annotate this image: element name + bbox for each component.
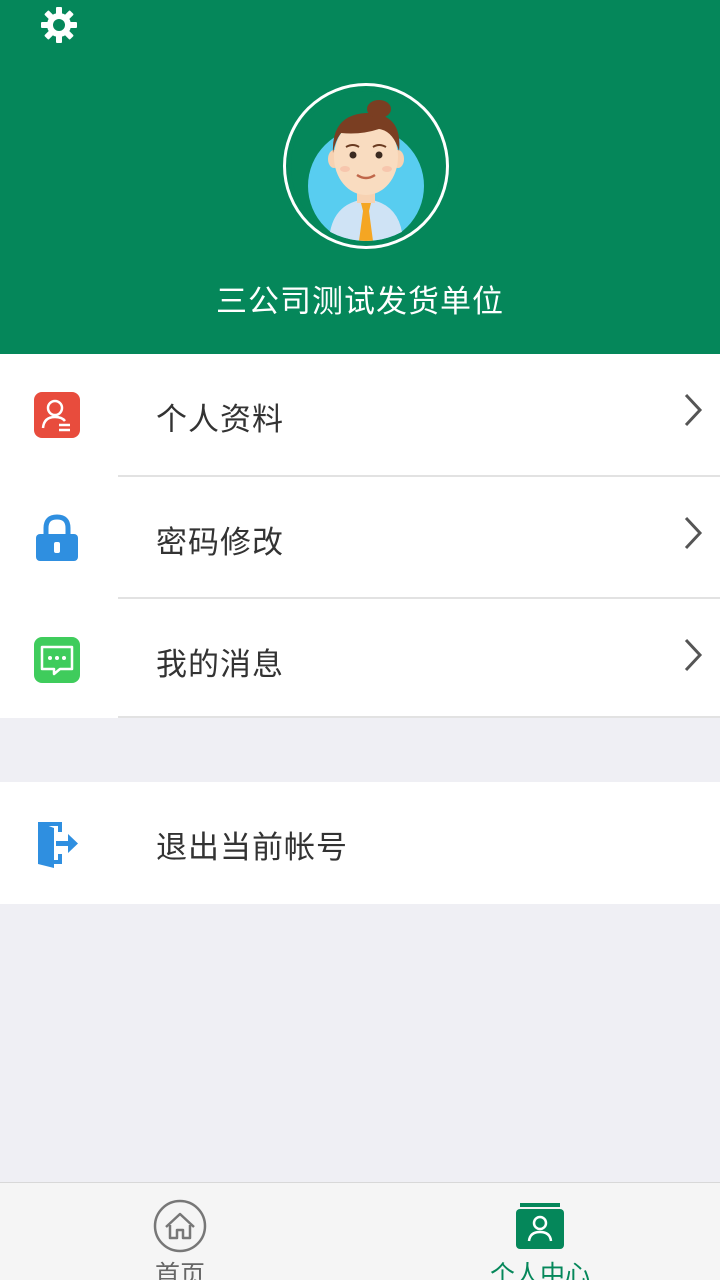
logout-button[interactable]: 退出当前帐号	[0, 782, 720, 903]
menu-item-label: 我的消息	[156, 647, 284, 683]
profile-card-icon	[34, 392, 80, 438]
logout-section: 退出当前帐号	[0, 782, 720, 904]
menu-list: 个人资料 密码修改 我的消息	[0, 354, 720, 718]
message-icon	[34, 637, 80, 683]
avatar	[291, 91, 441, 241]
chevron-right-icon	[684, 638, 703, 672]
company-name: 三公司测试发货单位	[216, 284, 504, 320]
person-card-icon	[516, 1203, 564, 1249]
menu-item-change-password[interactable]: 密码修改	[0, 477, 720, 598]
profile-header: 三公司测试发货单位	[0, 0, 720, 354]
tab-home[interactable]: 首页	[0, 1183, 360, 1280]
tab-personal-center[interactable]: 个人中心	[360, 1183, 720, 1280]
tab-label: 首页	[154, 1260, 205, 1280]
lock-icon	[36, 514, 78, 561]
menu-item-profile[interactable]: 个人资料	[0, 354, 720, 475]
settings-button[interactable]	[38, 4, 80, 46]
gear-icon	[41, 7, 77, 43]
tab-label: 个人中心	[489, 1260, 590, 1280]
menu-item-label: 个人资料	[156, 402, 284, 438]
menu-item-label: 密码修改	[156, 525, 284, 561]
logout-label: 退出当前帐号	[156, 830, 348, 866]
chevron-right-icon	[684, 393, 703, 427]
logout-door-icon	[38, 822, 78, 868]
menu-item-my-messages[interactable]: 我的消息	[0, 599, 720, 720]
avatar-frame[interactable]	[283, 83, 449, 249]
bottom-tab-bar: 首页 个人中心	[0, 1182, 720, 1280]
chevron-right-icon	[684, 516, 703, 550]
home-icon	[153, 1199, 207, 1253]
divider	[118, 716, 720, 718]
